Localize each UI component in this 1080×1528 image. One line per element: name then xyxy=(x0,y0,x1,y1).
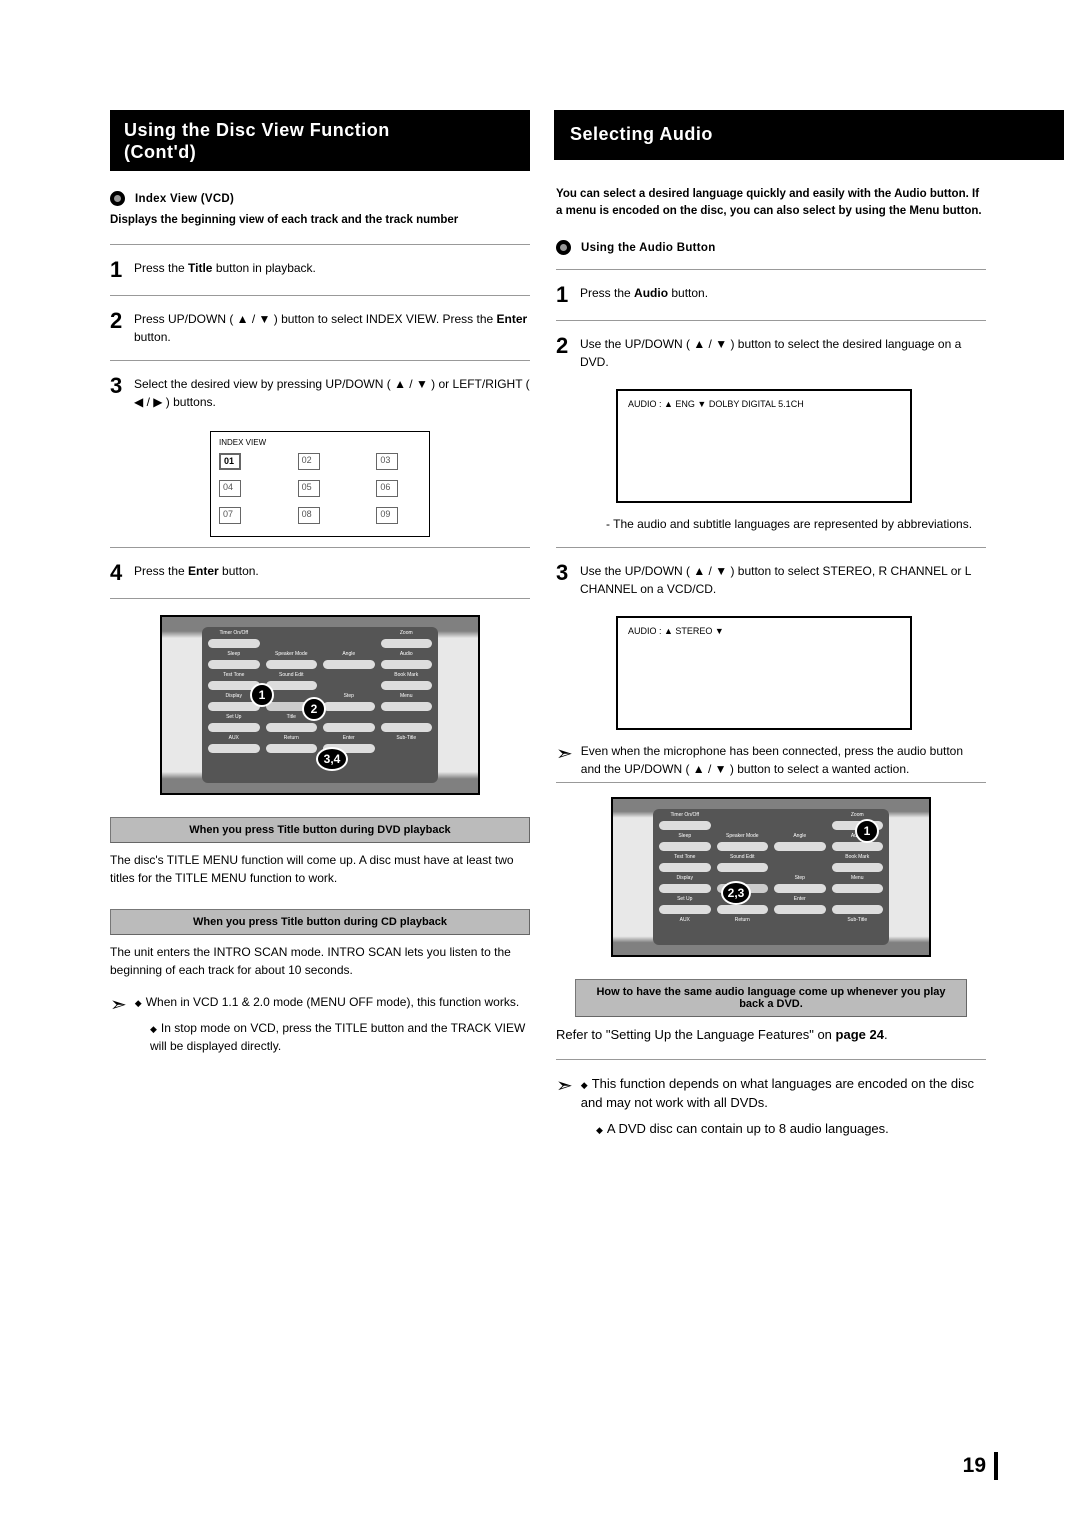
note-row: ➣ ◆ When in VCD 1.1 & 2.0 mode (MENU OFF … xyxy=(110,993,530,1013)
index-cell: 08 xyxy=(298,507,320,524)
step-badge-1: 1 xyxy=(250,683,274,707)
step-badge-34: 3,4 xyxy=(316,747,348,771)
title-line2: (Cont'd) xyxy=(124,142,196,162)
step-number: 2 xyxy=(556,335,580,357)
step-number: 1 xyxy=(556,284,580,306)
index-cell: 03 xyxy=(376,453,398,470)
page-number: 19 xyxy=(963,1454,986,1478)
index-view-label: INDEX VIEW xyxy=(219,438,421,447)
screen-label: AUDIO : ▲ STEREO ▼ xyxy=(628,626,724,636)
divider xyxy=(556,269,986,270)
index-cell: 02 xyxy=(298,453,320,470)
step-text: Use the UP/DOWN ( ▲ / ▼ ) button to sele… xyxy=(580,562,986,598)
step-number: 1 xyxy=(110,259,134,281)
step-text: Use the UP/DOWN ( ▲ / ▼ ) button to sele… xyxy=(580,335,986,371)
divider xyxy=(556,782,986,783)
intro-text: You can select a desired language quickl… xyxy=(556,186,986,221)
index-view-heading-row: Index View (VCD) xyxy=(110,191,530,206)
step-text: Press UP/DOWN ( ▲ / ▼ ) button to select… xyxy=(134,310,530,346)
step-number: 3 xyxy=(110,375,134,397)
refer-text: Refer to "Setting Up the Language Featur… xyxy=(556,1025,986,1045)
mid-note-row: ➣ Even when the microphone has been conn… xyxy=(556,742,986,778)
bottom-note-row: ◆ A DVD disc can contain up to 8 audio la… xyxy=(596,1119,986,1139)
right-section-title: Selecting Audio xyxy=(554,110,1064,160)
diamond-icon: ◆ xyxy=(581,1080,588,1090)
step-text: Press the Title button in playback. xyxy=(134,259,316,277)
index-cell: 01 xyxy=(219,453,241,470)
index-cell: 05 xyxy=(298,480,320,497)
divider xyxy=(110,360,530,361)
divider xyxy=(110,295,530,296)
step-number: 2 xyxy=(110,310,134,332)
remote-illustration-left: Timer On/OffZoom SleepSpeaker ModeAngleA… xyxy=(160,615,480,795)
step-3: 3 Select the desired view by pressing UP… xyxy=(110,369,530,417)
step-badge-1: 1 xyxy=(855,819,879,843)
diamond-icon: ◆ xyxy=(596,1125,603,1135)
index-view-heading: Index View (VCD) xyxy=(135,193,234,205)
abbrev-note: - The audio and subtitle languages are r… xyxy=(606,515,986,533)
step-1: 1 Press the Title button in playback. xyxy=(110,253,530,287)
step-2: 2 Press UP/DOWN ( ▲ / ▼ ) button to sele… xyxy=(110,304,530,352)
callout-cd: When you press Title button during CD pl… xyxy=(110,909,530,935)
screen-display-2: AUDIO : ▲ STEREO ▼ xyxy=(616,616,912,730)
step-3: 3 Use the UP/DOWN ( ▲ / ▼ ) button to se… xyxy=(556,556,986,604)
index-view-diagram: INDEX VIEW 01 02 03 04 05 06 07 08 09 xyxy=(210,431,430,537)
index-cell: 07 xyxy=(219,507,241,524)
divider xyxy=(556,547,986,548)
divider xyxy=(110,244,530,245)
index-cell: 04 xyxy=(219,480,241,497)
step-number: 3 xyxy=(556,562,580,584)
left-section-title: Using the Disc View Function (Cont'd) xyxy=(110,110,530,171)
screen-label: AUDIO : ▲ ENG ▼ DOLBY DIGITAL 5.1CH xyxy=(628,399,804,409)
diamond-icon: ◆ xyxy=(150,1024,157,1034)
divider xyxy=(556,1059,986,1060)
enter-key-icon xyxy=(323,723,375,732)
bottom-note-row: ➣ ◆This function depends on what languag… xyxy=(556,1074,986,1113)
step-badge-2: 2 xyxy=(302,697,326,721)
pointer-icon: ➣ xyxy=(556,1076,573,1096)
step-4: 4 Press the Enter button. xyxy=(110,556,530,590)
bullet-icon xyxy=(110,191,125,206)
pointer-icon: ➣ xyxy=(556,744,573,764)
callout-dvd: When you press Title button during DVD p… xyxy=(110,817,530,843)
index-cell: 09 xyxy=(376,507,398,524)
divider xyxy=(110,598,530,599)
note-text: In stop mode on VCD, press the TITLE but… xyxy=(150,1021,525,1053)
body-cd: The unit enters the INTRO SCAN mode. INT… xyxy=(110,943,530,979)
divider xyxy=(110,547,530,548)
step-2: 2 Use the UP/DOWN ( ▲ / ▼ ) button to se… xyxy=(556,329,986,377)
divider xyxy=(556,320,986,321)
mid-note: Even when the microphone has been connec… xyxy=(581,742,986,778)
body-dvd: The disc's TITLE MENU function will come… xyxy=(110,851,530,887)
step-text: Select the desired view by pressing UP/D… xyxy=(134,375,530,411)
left-column: Using the Disc View Function (Cont'd) In… xyxy=(110,110,530,1144)
note-text: When in VCD 1.1 & 2.0 mode (MENU OFF mod… xyxy=(146,995,519,1009)
step-badge-23: 2,3 xyxy=(721,881,751,905)
index-grid: 01 02 03 04 05 06 07 08 09 xyxy=(219,453,421,524)
index-view-description: Displays the beginning view of each trac… xyxy=(110,214,530,226)
pointer-icon: ➣ xyxy=(110,995,127,1015)
title-line1: Using the Disc View Function xyxy=(124,120,390,140)
callout-same-audio: How to have the same audio language come… xyxy=(575,979,967,1017)
diamond-icon: ◆ xyxy=(135,998,142,1008)
right-column: Selecting Audio You can select a desired… xyxy=(556,110,986,1144)
note-row: ◆In stop mode on VCD, press the TITLE bu… xyxy=(150,1019,530,1055)
step-text: Press the Audio button. xyxy=(580,284,708,302)
audio-heading: Using the Audio Button xyxy=(581,242,716,254)
note-text: This function depends on what languages … xyxy=(581,1076,974,1111)
step-1: 1 Press the Audio button. xyxy=(556,278,986,312)
screen-display-1: AUDIO : ▲ ENG ▼ DOLBY DIGITAL 5.1CH xyxy=(616,389,912,503)
note-text: A DVD disc can contain up to 8 audio lan… xyxy=(607,1121,889,1136)
page-number-bar xyxy=(994,1452,998,1480)
index-cell: 06 xyxy=(376,480,398,497)
step-text: Press the Enter button. xyxy=(134,562,259,580)
remote-illustration-right: Timer On/OffZoom SleepSpeaker ModeAngleA… xyxy=(611,797,931,957)
bullet-icon xyxy=(556,240,571,255)
step-number: 4 xyxy=(110,562,134,584)
audio-heading-row: Using the Audio Button xyxy=(556,240,986,255)
